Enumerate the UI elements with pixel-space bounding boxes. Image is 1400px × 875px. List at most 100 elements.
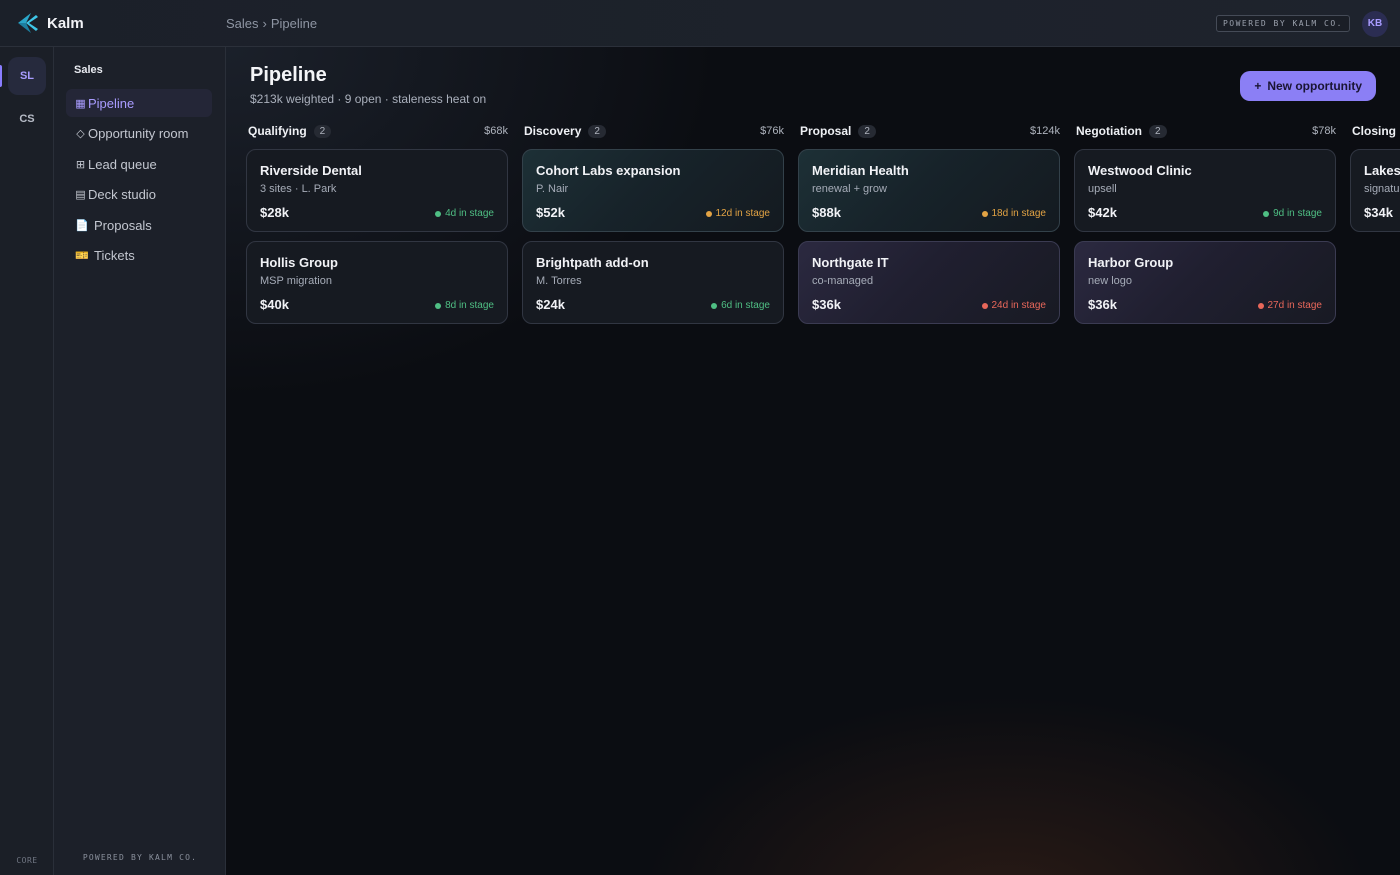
- breadcrumb-page: Pipeline: [270, 15, 318, 31]
- card-subtitle: renewal + grow: [812, 183, 887, 195]
- status-dot-icon: [1263, 210, 1270, 217]
- column-count-badge: 2: [313, 124, 332, 138]
- sidebar-item-opportunity-room[interactable]: ◇ Opportunity room: [66, 120, 212, 148]
- ticket-icon: 🎫: [75, 250, 89, 262]
- opportunity-card[interactable]: Brightpath add-on M. Torres $24k 6d in s…: [522, 241, 784, 324]
- opportunity-card[interactable]: Riverside Dental 3 sites · L. Park $28k …: [246, 149, 508, 232]
- stage-age-label: 6d in stage: [721, 300, 770, 311]
- card-title: Lakesi: [1364, 163, 1400, 178]
- sidebar-item-proposals[interactable]: 📄 Proposals: [66, 211, 212, 239]
- opportunity-card[interactable]: Cohort Labs expansion P. Nair $52k 12d i…: [522, 149, 784, 232]
- column-total: $68k: [484, 125, 508, 137]
- rail-footer: CORE: [16, 856, 38, 865]
- opportunity-card[interactable]: Hollis Group MSP migration $40k 8d in st…: [246, 241, 508, 324]
- stage-age-label: 9d in stage: [1273, 208, 1322, 219]
- card-subtitle: P. Nair: [536, 183, 569, 195]
- card-amount: $42k: [1088, 205, 1117, 220]
- column-name: Negotiation: [1076, 124, 1142, 138]
- status-dot-icon: [1257, 302, 1264, 309]
- main-content: Pipeline $213k weighted · 9 open · stale…: [226, 47, 1400, 875]
- column-discovery: Discovery 2 $76k Cohort Labs expansion P…: [522, 123, 784, 324]
- status-dot-icon: [981, 210, 988, 217]
- sidebar-nav: ▦ Pipeline ◇ Opportunity room ⊞ Lead que…: [66, 89, 212, 272]
- status-dot-icon: [435, 210, 442, 217]
- opportunity-card[interactable]: Lakesi signatu $34k: [1350, 149, 1400, 232]
- column-name: Qualifying: [248, 124, 307, 138]
- breadcrumb: Sales › Pipeline: [226, 16, 317, 31]
- app-name: Kalm: [47, 14, 84, 32]
- page-subtitle: $213k weighted · 9 open · staleness heat…: [250, 92, 487, 106]
- card-title: Meridian Health: [812, 163, 909, 178]
- column-count-badge: 2: [858, 124, 876, 138]
- sidebar-item-label: Proposals: [94, 217, 152, 233]
- card-amount: $88k: [812, 205, 841, 220]
- card-amount: $36k: [1088, 297, 1117, 312]
- top-bar: Kalm Sales › Pipeline POWERED BY KALM CO. …: [0, 0, 1400, 47]
- card-amount: $40k: [260, 297, 289, 312]
- status-dot-icon: [705, 210, 712, 217]
- column-negotiation: Negotiation 2 $78k Westwood Clinic upsel…: [1074, 123, 1336, 324]
- sidebar-item-deck-studio[interactable]: ▤ Deck studio: [66, 181, 212, 209]
- opportunity-card[interactable]: Harbor Group new logo $36k 27d in stage: [1074, 241, 1336, 324]
- new-opportunity-button[interactable]: + New opportunity: [1240, 71, 1376, 101]
- brand[interactable]: Kalm: [0, 0, 226, 46]
- diamond-icon: ◇: [76, 128, 85, 140]
- sidebar-item-lead-queue[interactable]: ⊞ Lead queue: [66, 150, 212, 178]
- stage-age: 24d in stage: [981, 300, 1047, 311]
- card-title: Cohort Labs expansion: [536, 163, 681, 178]
- document-icon: 📄: [75, 219, 89, 232]
- opportunity-card[interactable]: Meridian Health renewal + grow $88k 18d …: [798, 149, 1060, 232]
- column-header: Closing: [1350, 123, 1400, 139]
- column-total: $78k: [1312, 125, 1336, 137]
- status-dot-icon: [981, 302, 988, 309]
- card-amount: $28k: [260, 205, 289, 220]
- stage-age: 4d in stage: [435, 208, 494, 219]
- kalm-logo-icon: [18, 13, 38, 33]
- card-subtitle: upsell: [1088, 183, 1117, 195]
- column-name: Closing: [1352, 124, 1396, 138]
- card-title: Westwood Clinic: [1088, 163, 1192, 178]
- stage-age-label: 24d in stage: [991, 300, 1047, 311]
- card-subtitle: signatu: [1364, 183, 1400, 195]
- card-title: Northgate IT: [812, 255, 889, 270]
- stage-age: 18d in stage: [981, 208, 1046, 219]
- stage-age: 6d in stage: [711, 300, 770, 311]
- opportunity-card[interactable]: Northgate IT co-managed $36k 24d in stag…: [798, 241, 1060, 324]
- squares-icon: ⊞: [75, 158, 86, 171]
- card-title: Hollis Group: [260, 255, 338, 270]
- card-subtitle: M. Torres: [536, 275, 582, 287]
- grid-icon: ▦: [75, 97, 86, 110]
- card-amount: $34k: [1364, 205, 1393, 220]
- breadcrumb-section[interactable]: Sales: [226, 16, 259, 31]
- column-header: Discovery 2 $76k: [522, 123, 784, 139]
- column-count-badge: 2: [588, 124, 606, 138]
- powered-by-badge: POWERED BY KALM CO.: [1215, 15, 1350, 32]
- status-dot-icon: [435, 302, 442, 309]
- plus-icon: +: [1254, 79, 1262, 93]
- breadcrumb-separator: ›: [262, 15, 267, 31]
- stage-age-label: 8d in stage: [445, 300, 494, 311]
- column-qualifying: Qualifying 2 $68k Riverside Dental 3 sit…: [246, 123, 508, 324]
- stage-age: 12d in stage: [705, 208, 771, 219]
- sidebar-item-label: Pipeline: [88, 95, 135, 111]
- stage-age: 8d in stage: [435, 300, 494, 311]
- card-subtitle: 3 sites · L. Park: [260, 183, 337, 195]
- sidebar-item-pipeline[interactable]: ▦ Pipeline: [66, 89, 212, 117]
- sidebar-item-tickets[interactable]: 🎫 Tickets: [66, 242, 212, 270]
- card-title: Riverside Dental: [260, 163, 362, 178]
- column-total: $76k: [760, 125, 784, 137]
- card-title: Brightpath add-on: [536, 255, 649, 270]
- column-count-badge: 2: [1149, 124, 1167, 138]
- opportunity-card[interactable]: Westwood Clinic upsell $42k 9d in stage: [1074, 149, 1336, 232]
- card-subtitle: co-managed: [812, 275, 874, 287]
- list-icon: ▤: [75, 189, 86, 201]
- sidebar-item-label: Deck studio: [88, 187, 156, 202]
- card-amount: $24k: [536, 297, 565, 312]
- sidebar-heading: Sales: [74, 64, 103, 76]
- card-subtitle: new logo: [1088, 275, 1133, 287]
- rail-item-sales[interactable]: SL: [8, 57, 46, 95]
- user-avatar[interactable]: KB: [1362, 10, 1388, 37]
- stage-age-label: 12d in stage: [715, 208, 771, 219]
- sidebar-item-label: Tickets: [94, 248, 135, 263]
- rail-item-cs[interactable]: CS: [8, 100, 46, 138]
